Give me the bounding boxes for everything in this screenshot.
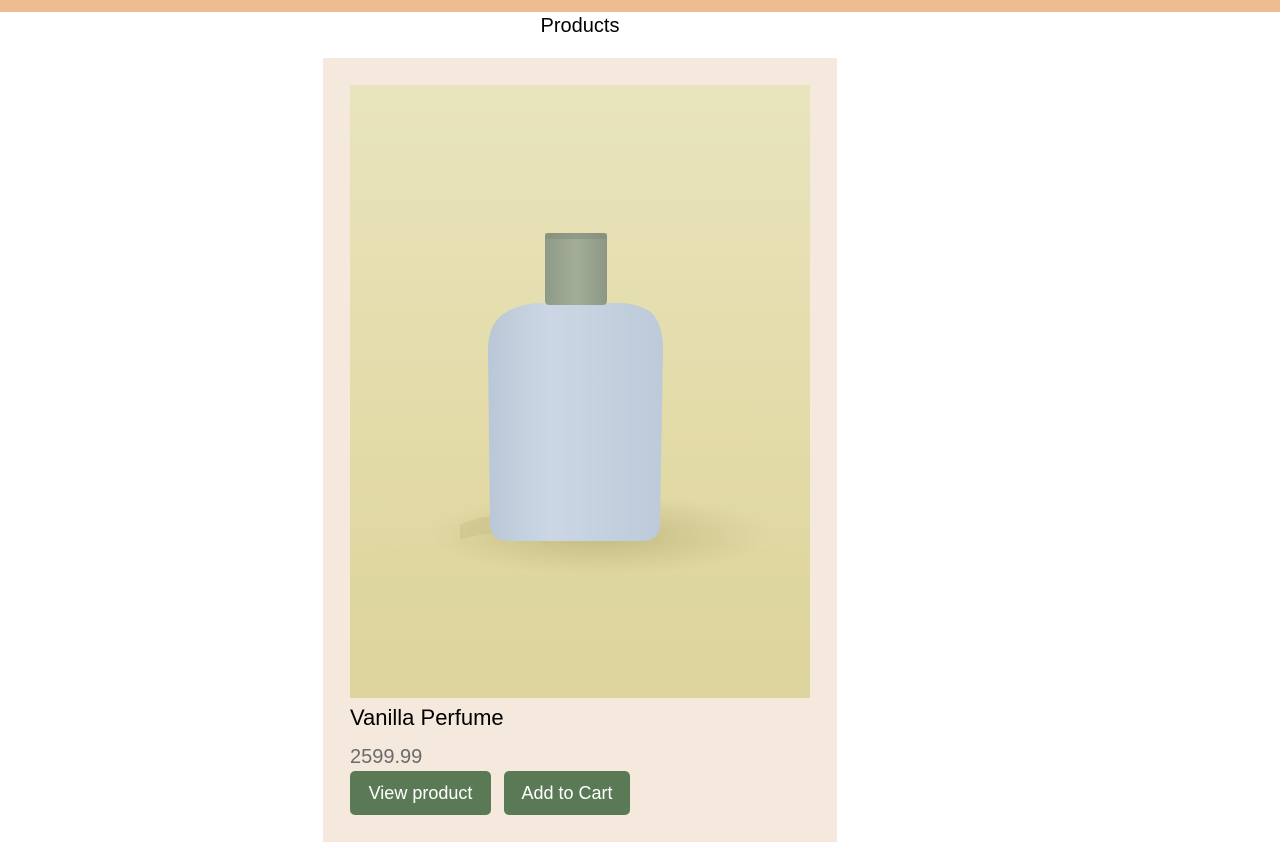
- add-to-cart-button[interactable]: Add to Cart: [504, 771, 630, 815]
- top-accent-bar: [0, 0, 1280, 12]
- product-price: 2599.99: [350, 746, 423, 768]
- page-title: Products: [540, 15, 620, 37]
- view-product-button[interactable]: View product: [350, 771, 491, 815]
- product-card: Vanilla Perfume 2599.99 View product Add…: [323, 58, 837, 842]
- perfume-bottle-photo: [350, 85, 810, 698]
- product-name: Vanilla Perfume: [350, 705, 504, 730]
- product-image[interactable]: [350, 85, 810, 698]
